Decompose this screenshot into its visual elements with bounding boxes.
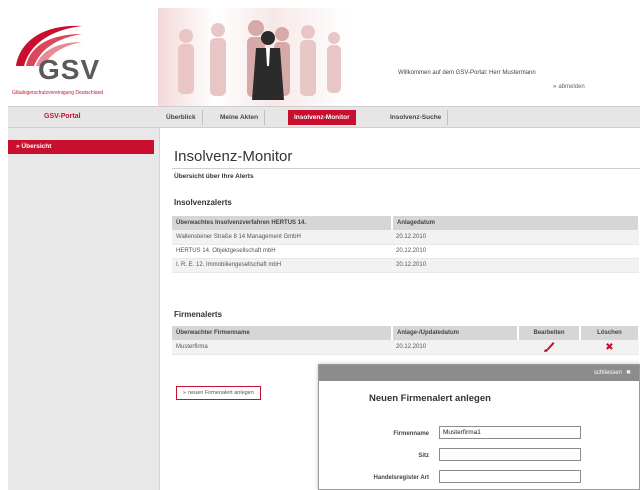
table-cell: Musterfirma: [172, 340, 392, 355]
new-company-alert-button[interactable]: » neuen Firmenalert anlegen: [176, 386, 261, 400]
business-people-illustration: [178, 20, 341, 100]
company-alerts-table: Überwachter Firmenname Anlage-/Updatedat…: [172, 326, 640, 355]
column-header: Überwachtes Insolvenzverfahren HERTUS 14…: [172, 216, 393, 230]
table-cell: HERTUS 14. Objektgesellschaft mbH: [172, 244, 392, 259]
column-header: Überwachter Firmenname: [172, 326, 393, 340]
table-cell: Wallensteiner Straße 8 14 Management Gmb…: [172, 230, 392, 245]
column-header: Anlagedatum: [392, 216, 640, 230]
welcome-text: Willkommen auf dem GSV-Portal: Herr Must…: [398, 70, 536, 76]
register-type-input[interactable]: [439, 470, 581, 483]
portal-link[interactable]: GSV-Portal: [44, 113, 81, 120]
page-subtitle: Übersicht über Ihre Alerts: [174, 173, 254, 180]
edit-cell: [518, 340, 580, 355]
column-header: Anlage-/Updatedatum: [392, 326, 519, 340]
table-cell: 20.12.2010: [392, 340, 518, 355]
table-row[interactable]: I. R. E. 12. Immobiliengesellschaft mbH …: [172, 258, 639, 273]
insolvency-alerts-table: Überwachtes Insolvenzverfahren HERTUS 14…: [172, 216, 640, 273]
tab-insolvency-monitor[interactable]: Insolvenz-Monitor: [288, 110, 356, 125]
delete-cell: ✖: [580, 340, 639, 355]
logout-link[interactable]: » abmelden: [553, 84, 585, 90]
table-cell: I. R. E. 12. Immobiliengesellschaft mbH: [172, 258, 392, 273]
table-header-row: Überwachtes Insolvenzverfahren HERTUS 14…: [172, 216, 640, 230]
insolvency-alerts-heading: Insolvenzalerts: [174, 198, 232, 207]
header: GSV Gläubigerschutzvereinigung Deutschla…: [8, 8, 640, 106]
sidebar-item-overview[interactable]: » Übersicht: [8, 140, 154, 154]
logo-text: GSV: [38, 54, 101, 85]
company-name-label: Firmenname: [393, 431, 429, 437]
dialog-title: Neuen Firmenalert anlegen: [369, 393, 491, 404]
table-row: Musterfirma 20.12.2010 ✖: [172, 340, 639, 355]
register-type-label: Handelsregister Art: [373, 475, 429, 481]
header-banner-image: [158, 8, 348, 106]
close-label: schliessen: [593, 370, 622, 376]
sidebar: » Übersicht: [8, 128, 160, 490]
main-navigation: GSV-Portal Überblick Meine Akten Insolve…: [8, 106, 640, 128]
tab-overview[interactable]: Überblick: [160, 110, 203, 125]
tab-my-files[interactable]: Meine Akten: [214, 110, 266, 125]
new-alert-label: neuen Firmenalert anlegen: [188, 390, 254, 396]
table-cell: 20.12.2010: [392, 258, 639, 273]
table-row[interactable]: Wallensteiner Straße 8 14 Management Gmb…: [172, 230, 639, 245]
dialog-titlebar: schliessen ✖: [319, 365, 639, 381]
table-header-row: Überwachter Firmenname Anlage-/Updatedat…: [172, 326, 640, 340]
delete-icon[interactable]: ✖: [605, 342, 613, 353]
close-button[interactable]: schliessen ✖: [594, 369, 631, 376]
gsv-logo[interactable]: GSV Gläubigerschutzvereinigung Deutschla…: [8, 8, 156, 106]
sidebar-item-label: Übersicht: [21, 143, 52, 150]
tab-insolvency-search[interactable]: Insolvenz-Suche: [384, 110, 449, 125]
logo-subtitle: Gläubigerschutzvereinigung Deutschland: [12, 90, 104, 96]
arrow-right-icon: »: [183, 390, 187, 396]
close-icon: ✖: [625, 370, 631, 376]
new-company-alert-dialog: schliessen ✖ Neuen Firmenalert anlegen Fi…: [318, 364, 640, 490]
logout-label: abmelden: [558, 84, 585, 90]
table-row[interactable]: HERTUS 14. Objektgesellschaft mbH 20.12.…: [172, 244, 639, 259]
location-input[interactable]: [439, 448, 581, 461]
company-alerts-heading: Firmenalerts: [174, 310, 223, 319]
company-name-input[interactable]: [439, 426, 581, 439]
arrow-right-icon: »: [553, 84, 557, 90]
page-title: Insolvenz-Monitor: [174, 148, 293, 165]
column-header: Löschen: [580, 326, 640, 340]
edit-icon[interactable]: [542, 340, 556, 352]
location-label: Sitz: [418, 453, 429, 459]
divider: [172, 168, 640, 169]
table-cell: 20.12.2010: [392, 230, 639, 245]
table-cell: 20.12.2010: [392, 244, 639, 259]
column-header: Bearbeiten: [518, 326, 581, 340]
